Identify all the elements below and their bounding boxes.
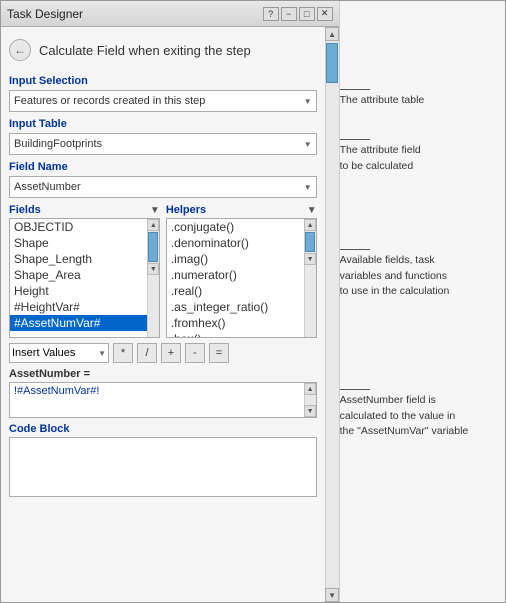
- expression-scrollbar: ▲ ▼: [304, 383, 316, 417]
- expr-scroll-up[interactable]: ▲: [304, 383, 316, 395]
- help-button[interactable]: ?: [263, 7, 279, 21]
- insert-values-label: Insert Values: [12, 347, 75, 359]
- task-designer-window: Task Designer ? − □ ✕ ← Calculate Field …: [0, 0, 506, 603]
- list-item[interactable]: .hex(): [167, 331, 304, 337]
- scroll-up-arrow[interactable]: ▲: [325, 27, 339, 41]
- avail-fields-annotation: Available fields, taskvariables and func…: [340, 249, 505, 299]
- field-name-value: AssetNumber: [14, 181, 81, 193]
- list-item[interactable]: Shape_Area: [10, 267, 147, 283]
- field-name-label: Field Name: [9, 161, 317, 173]
- list-item[interactable]: .denominator(): [167, 235, 304, 251]
- fields-header: Fields ▼: [9, 204, 160, 216]
- list-item[interactable]: .imag(): [167, 251, 304, 267]
- helpers-filter-icon[interactable]: ▼: [307, 205, 317, 216]
- input-selection-dropdown[interactable]: Features or records created in this step…: [9, 90, 317, 112]
- multiply-button[interactable]: *: [113, 343, 133, 363]
- input-selection-label: Input Selection: [9, 75, 317, 87]
- insert-values-arrow: ▼: [98, 349, 106, 358]
- calc-note-annotation: AssetNumber field iscalculated to the va…: [340, 389, 505, 439]
- attr-field-annotation: The attribute fieldto be calculated: [340, 139, 505, 173]
- fields-filter-icon[interactable]: ▼: [150, 205, 160, 216]
- list-item[interactable]: .as_integer_ratio(): [167, 299, 304, 315]
- maximize-button[interactable]: □: [299, 7, 315, 21]
- code-block-label: Code Block: [9, 423, 317, 435]
- step-title: Calculate Field when exiting the step: [39, 43, 251, 58]
- insert-values-dropdown[interactable]: Insert Values ▼: [9, 343, 109, 363]
- back-button[interactable]: ←: [9, 39, 31, 61]
- scroll-thumb[interactable]: [326, 43, 338, 83]
- equals-button[interactable]: =: [209, 343, 229, 363]
- helpers-scroll-thumb[interactable]: [305, 232, 315, 252]
- expr-scroll-down[interactable]: ▼: [304, 405, 316, 417]
- window-title: Task Designer: [7, 7, 83, 21]
- attr-table-text: The attribute table: [340, 94, 425, 106]
- add-button[interactable]: +: [161, 343, 181, 363]
- title-bar: Task Designer ? − □ ✕: [1, 1, 339, 27]
- fields-list-inner: OBJECTID Shape Shape_Length Shape_Area H…: [10, 219, 147, 337]
- expression-value[interactable]: !#AssetNumVar#!: [10, 383, 304, 417]
- calc-note-text: AssetNumber field iscalculated to the va…: [340, 394, 469, 437]
- expression-label: AssetNumber =: [9, 368, 317, 380]
- fields-listbox: OBJECTID Shape Shape_Length Shape_Area H…: [9, 218, 160, 338]
- list-item[interactable]: OBJECTID: [10, 219, 147, 235]
- fields-scroll-up[interactable]: ▲: [147, 219, 159, 231]
- main-scrollbar: ▲ ▼: [325, 27, 339, 602]
- content-area: ← Calculate Field when exiting the step …: [1, 27, 325, 602]
- input-table-label: Input Table: [9, 118, 317, 130]
- helpers-list-inner: .conjugate() .denominator() .imag() .num…: [167, 219, 304, 337]
- fields-scrollbar: ▲ ▼: [147, 219, 159, 337]
- list-item[interactable]: Shape: [10, 235, 147, 251]
- list-item[interactable]: Shape_Length: [10, 251, 147, 267]
- fields-label: Fields: [9, 204, 41, 216]
- input-selection-value: Features or records created in this step: [14, 95, 205, 107]
- list-item[interactable]: #HeightVar#: [10, 299, 147, 315]
- helpers-header: Helpers ▼: [166, 204, 317, 216]
- input-table-arrow: ▼: [304, 140, 312, 149]
- divide-button[interactable]: /: [137, 343, 157, 363]
- expression-box: !#AssetNumVar#! ▲ ▼: [9, 382, 317, 418]
- attr-field-text: The attribute fieldto be calculated: [340, 144, 421, 172]
- fields-scroll-thumb[interactable]: [148, 232, 158, 262]
- fields-helpers-section: Fields ▼ OBJECTID Shape Shape_Length Sha…: [9, 204, 317, 338]
- annotations-panel: The attribute table The attribute fieldt…: [340, 1, 505, 602]
- fields-scroll-down[interactable]: ▼: [147, 263, 159, 275]
- code-block-area[interactable]: [9, 437, 317, 497]
- helpers-label: Helpers: [166, 204, 206, 216]
- list-item[interactable]: .fromhex(): [167, 315, 304, 331]
- input-table-value: BuildingFootprints: [14, 138, 102, 150]
- helpers-scrollbar: ▲ ▼: [304, 219, 316, 337]
- helpers-listbox: .conjugate() .denominator() .imag() .num…: [166, 218, 317, 338]
- subtract-button[interactable]: -: [185, 343, 205, 363]
- avail-fields-text: Available fields, taskvariables and func…: [340, 254, 450, 297]
- input-table-dropdown[interactable]: BuildingFootprints ▼: [9, 133, 317, 155]
- header-section: ← Calculate Field when exiting the step: [9, 35, 317, 65]
- operators-row: Insert Values ▼ * / + - =: [9, 343, 317, 363]
- list-item-selected[interactable]: #AssetNumVar#: [10, 315, 147, 331]
- list-item[interactable]: .numerator(): [167, 267, 304, 283]
- input-selection-arrow: ▼: [304, 97, 312, 106]
- field-name-dropdown[interactable]: AssetNumber ▼: [9, 176, 317, 198]
- minimize-button[interactable]: −: [281, 7, 297, 21]
- helpers-scroll-up[interactable]: ▲: [304, 219, 316, 231]
- fields-column: Fields ▼ OBJECTID Shape Shape_Length Sha…: [9, 204, 160, 338]
- list-item[interactable]: .conjugate(): [167, 219, 304, 235]
- scroll-down-arrow[interactable]: ▼: [325, 588, 339, 602]
- main-panel: Task Designer ? − □ ✕ ← Calculate Field …: [1, 1, 340, 602]
- close-button[interactable]: ✕: [317, 7, 333, 21]
- list-item[interactable]: .real(): [167, 283, 304, 299]
- helpers-column: Helpers ▼ .conjugate() .denominator() .i…: [166, 204, 317, 338]
- attr-table-annotation: The attribute table: [340, 89, 505, 106]
- title-controls: ? − □ ✕: [263, 7, 333, 21]
- helpers-scroll-down[interactable]: ▼: [304, 253, 316, 265]
- field-name-arrow: ▼: [304, 183, 312, 192]
- list-item[interactable]: Height: [10, 283, 147, 299]
